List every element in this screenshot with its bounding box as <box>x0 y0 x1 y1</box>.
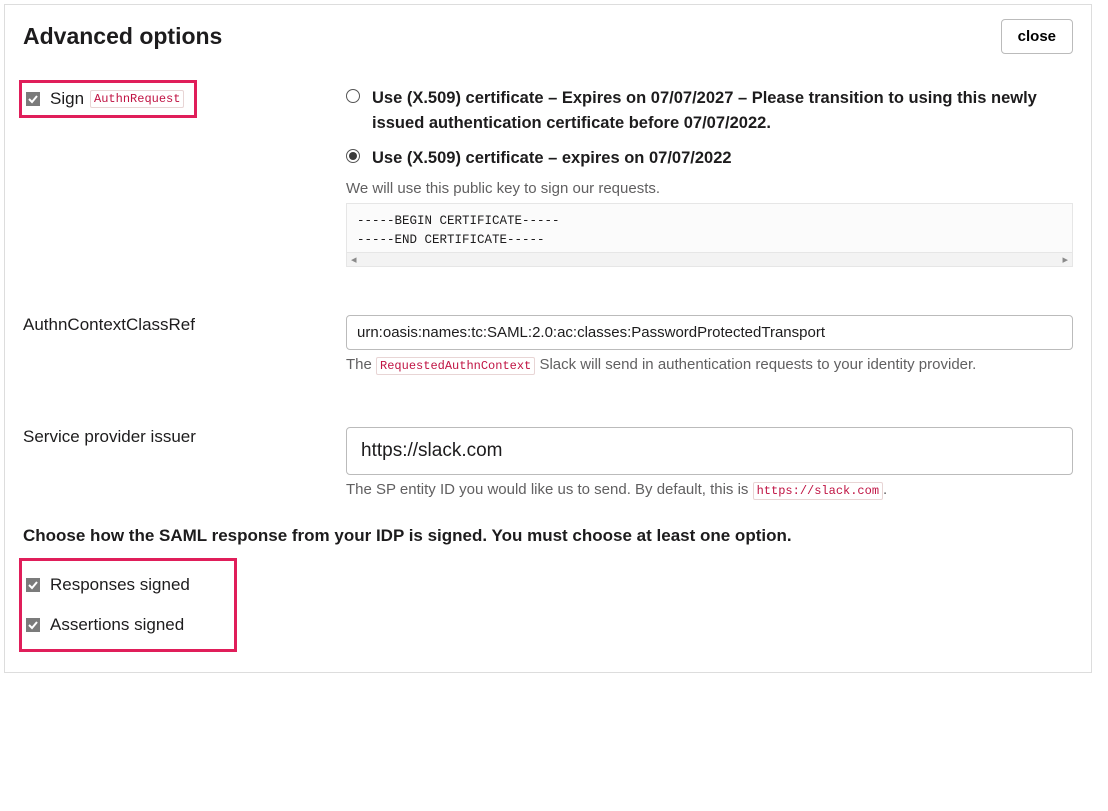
sp-issuer-help: The SP entity ID you would like us to se… <box>346 481 1073 498</box>
certificate-textarea[interactable]: -----BEGIN CERTIFICATE----- -----END CER… <box>346 203 1073 253</box>
page-title: Advanced options <box>23 23 222 50</box>
cert-radio-2027[interactable]: Use (X.509) certificate – Expires on 07/… <box>346 86 1073 136</box>
signing-instruction: Choose how the SAML response from your I… <box>23 526 1073 546</box>
responses-signed-checkbox[interactable] <box>26 578 40 592</box>
cert-radio-2027-label: Use (X.509) certificate – Expires on 07/… <box>372 86 1073 136</box>
sign-authnrequest-row: Sign AuthnRequest Use (X.509) certificat… <box>23 86 1073 267</box>
responses-signed-label: Responses signed <box>50 575 190 595</box>
check-icon <box>28 94 38 104</box>
certificate-scrollbar[interactable]: ◂ ▸ <box>346 253 1073 267</box>
check-icon <box>28 620 38 630</box>
authncontext-row: AuthnContextClassRef The RequestedAuthnC… <box>23 315 1073 379</box>
check-icon <box>28 580 38 590</box>
response-signing-highlight: Responses signed Assertions signed <box>19 558 237 652</box>
cert-begin-line: -----BEGIN CERTIFICATE----- <box>357 212 1062 231</box>
assertions-signed-checkbox[interactable] <box>26 618 40 632</box>
close-button[interactable]: close <box>1001 19 1073 54</box>
radio-icon <box>346 89 360 103</box>
sp-issuer-label: Service provider issuer <box>23 427 196 447</box>
sign-help-text: We will use this public key to sign our … <box>346 180 1073 197</box>
sp-issuer-input[interactable] <box>346 427 1073 475</box>
sign-authnrequest-checkbox[interactable] <box>26 92 40 106</box>
requestedauthncontext-code: RequestedAuthnContext <box>376 357 535 375</box>
sign-authnrequest-highlight: Sign AuthnRequest <box>19 80 197 118</box>
responses-signed-row: Responses signed <box>26 575 190 595</box>
assertions-signed-row: Assertions signed <box>26 615 190 635</box>
radio-icon-selected <box>346 149 360 163</box>
cert-radio-2022[interactable]: Use (X.509) certificate – expires on 07/… <box>346 146 1073 171</box>
sign-label-text: Sign <box>50 89 84 109</box>
sp-issuer-default-code: https://slack.com <box>753 482 883 500</box>
assertions-signed-label: Assertions signed <box>50 615 184 635</box>
advanced-options-panel: Advanced options close Sign AuthnRequest… <box>4 4 1092 673</box>
authncontext-input[interactable] <box>346 315 1073 350</box>
cert-end-line: -----END CERTIFICATE----- <box>357 231 1062 250</box>
sp-issuer-row: Service provider issuer The SP entity ID… <box>23 427 1073 504</box>
scroll-left-icon: ◂ <box>351 253 357 266</box>
cert-radio-2022-label: Use (X.509) certificate – expires on 07/… <box>372 146 732 171</box>
authncontext-label: AuthnContextClassRef <box>23 315 195 335</box>
panel-header: Advanced options close <box>23 19 1073 54</box>
authncontext-help: The RequestedAuthnContext Slack will sen… <box>346 356 1073 373</box>
authnrequest-code: AuthnRequest <box>90 90 184 108</box>
scroll-right-icon: ▸ <box>1062 253 1068 266</box>
